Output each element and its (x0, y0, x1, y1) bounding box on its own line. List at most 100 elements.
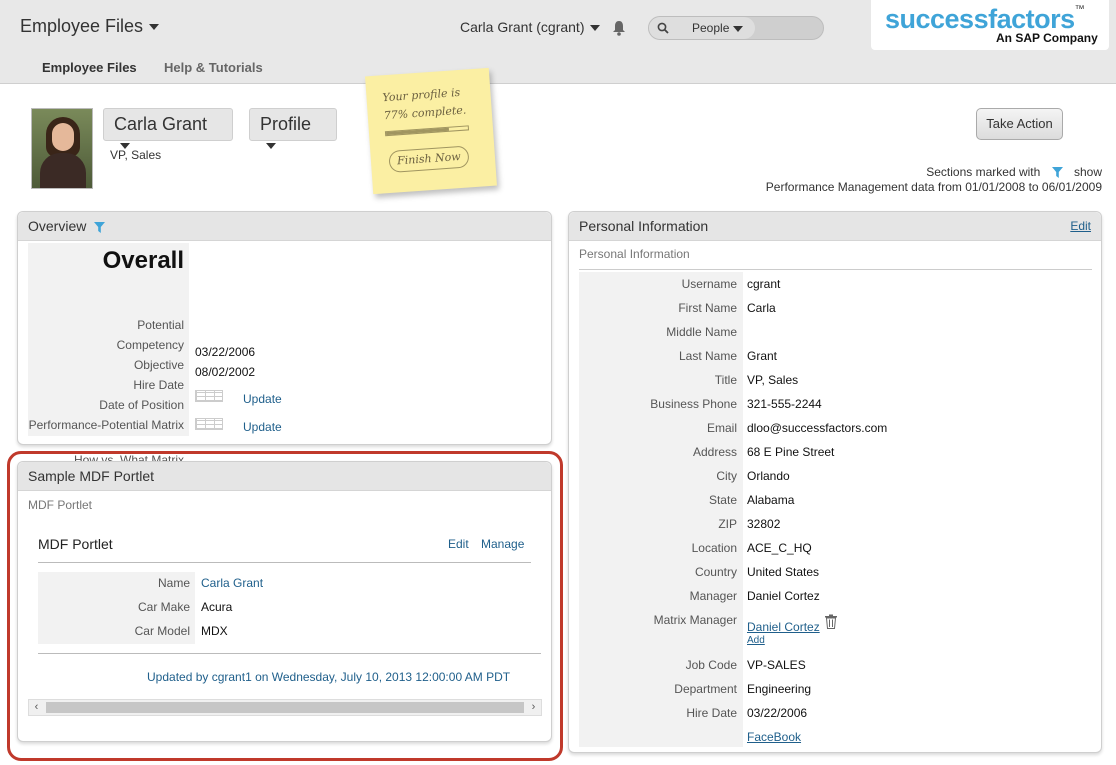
department-value: Engineering (747, 682, 812, 696)
last-name-value: Grant (747, 349, 778, 363)
city-value: Orlando (747, 469, 790, 483)
mdf-edit-link[interactable]: Edit (448, 537, 469, 551)
take-action-button[interactable]: Take Action (976, 108, 1063, 140)
zip-label: ZIP (718, 517, 737, 531)
date-of-position-value: 08/02/2002 (195, 365, 256, 379)
employee-name: Carla Grant (114, 114, 208, 134)
logo-subtitle: An SAP Company (996, 31, 1098, 45)
divider (579, 269, 1092, 270)
username-label: Username (681, 277, 737, 291)
scroll-right-icon[interactable]: › (526, 700, 541, 715)
user-menu[interactable]: Carla Grant (cgrant) (460, 19, 601, 35)
app-title-menu[interactable]: Employee Files (20, 16, 160, 37)
middle-name-label: Middle Name (666, 325, 737, 339)
business-phone-value: 321-555-2244 (747, 397, 822, 411)
location-value: ACE_C_HQ (747, 541, 812, 555)
hire-date-label: Hire Date (133, 378, 184, 392)
trash-icon[interactable] (824, 614, 838, 629)
hire-date-value: 03/22/2006 (195, 345, 256, 359)
email-label: Email (706, 421, 737, 435)
mdf-name-label: Name (157, 576, 190, 590)
nav-help-tutorials[interactable]: Help & Tutorials (164, 60, 263, 75)
personal-info-edit-link[interactable]: Edit (1070, 219, 1091, 233)
manager-value: Daniel Cortez (747, 589, 820, 603)
mdf-car-make-value: Acura (201, 600, 233, 614)
employee-name-menu[interactable]: Carla Grant (103, 108, 233, 150)
search-scope-select[interactable]: People (649, 17, 755, 39)
username-value: cgrant (747, 277, 781, 291)
objective-label: Objective (133, 358, 184, 372)
add-matrix-manager-link[interactable]: Add (747, 635, 765, 646)
update-performance-matrix-link[interactable]: Update (243, 392, 282, 406)
search-scope-label: People (692, 21, 744, 35)
profile-completion-note: Your profile is 77% complete. Finish Now (365, 67, 497, 195)
completion-progress-fill (385, 127, 450, 136)
first-name-label: First Name (678, 301, 737, 315)
bell-icon[interactable] (612, 20, 626, 36)
first-name-value: Carla (747, 301, 776, 315)
logo-wordmark: successfactors (885, 4, 1075, 34)
state-label: State (708, 493, 737, 507)
matrix-grid-icon (195, 390, 223, 402)
personal-info-subtitle: Personal Information (579, 247, 690, 261)
facebook-link[interactable]: FaceBook (747, 730, 801, 744)
overview-label-column: Overall Potential Competency Objective H… (28, 243, 189, 467)
title-value: VP, Sales (747, 373, 799, 387)
top-header: Employee Files Carla Grant (cgrant) Peop… (0, 0, 1116, 84)
overall-heading: Overall (102, 247, 184, 274)
horizontal-scrollbar[interactable]: ‹ › (28, 699, 542, 716)
nav-employee-files[interactable]: Employee Files (42, 60, 137, 75)
department-label: Department (674, 682, 737, 696)
finish-now-button[interactable]: Finish Now (388, 145, 470, 173)
overview-title: Overview (28, 218, 87, 234)
mdf-name-link[interactable]: Carla Grant (201, 576, 263, 590)
hire-date-label: Hire Date (686, 706, 737, 720)
avatar (31, 108, 93, 189)
filter-icon (1051, 167, 1063, 179)
scroll-left-icon[interactable]: ‹ (29, 700, 44, 715)
sections-note-show: show (1073, 165, 1102, 179)
search-icon (657, 22, 669, 34)
matrix-manager-link[interactable]: Daniel Cortez (747, 620, 820, 634)
competency-label: Competency (116, 338, 184, 352)
country-value: United States (747, 565, 820, 579)
user-menu-label: Carla Grant (cgrant) (460, 19, 585, 35)
mdf-manage-link[interactable]: Manage (481, 537, 524, 551)
title-label: Title (714, 373, 737, 387)
state-value: Alabama (747, 493, 795, 507)
country-label: Country (694, 565, 737, 579)
mdf-portlet-title: Sample MDF Portlet (28, 468, 155, 484)
matrix-grid-icon (195, 418, 223, 430)
city-label: City (716, 469, 737, 483)
sections-note-text: Sections marked with (926, 165, 1041, 179)
chevron-down-icon (733, 25, 744, 32)
performance-potential-matrix-label: Performance-Potential Matrix (28, 418, 184, 432)
divider (38, 562, 531, 563)
mdf-portlet-panel: Sample MDF Portlet MDF Portlet MDF Portl… (17, 461, 552, 742)
sections-note: Sections marked with show Performance Ma… (766, 165, 1102, 195)
hire-date-value: 03/22/2006 (747, 706, 808, 720)
update-how-what-matrix-link[interactable]: Update (243, 420, 282, 434)
address-label: Address (692, 445, 737, 459)
location-label: Location (691, 541, 737, 555)
mdf-portlet-header: Sample MDF Portlet (18, 462, 551, 491)
overview-panel: Overview Overall Potential Competency Ob… (17, 211, 552, 467)
chevron-down-icon (590, 25, 601, 32)
employee-title: VP, Sales (110, 148, 162, 162)
chevron-down-icon (149, 24, 160, 31)
people-search[interactable]: People (648, 16, 824, 40)
scrollbar-thumb[interactable] (46, 702, 524, 713)
mdf-updated-text: Updated by cgrant1 on Wednesday, July 10… (147, 670, 511, 684)
mdf-portlet-subtitle: MDF Portlet (28, 498, 93, 512)
address-value: 68 E Pine Street (747, 445, 835, 459)
mdf-car-model-value: MDX (201, 624, 228, 638)
job-code-value: VP-SALES (747, 658, 806, 672)
personal-label-column (579, 272, 743, 747)
completion-progress-bar (384, 125, 470, 137)
profile-menu-label: Profile (260, 114, 312, 134)
divider (38, 653, 541, 654)
company-logo: successfactors™ An SAP Company (871, 0, 1109, 50)
profile-menu[interactable]: Profile (249, 108, 337, 150)
mdf-inner-title: MDF Portlet (38, 536, 113, 552)
logo-trademark: ™ (1074, 4, 1085, 15)
